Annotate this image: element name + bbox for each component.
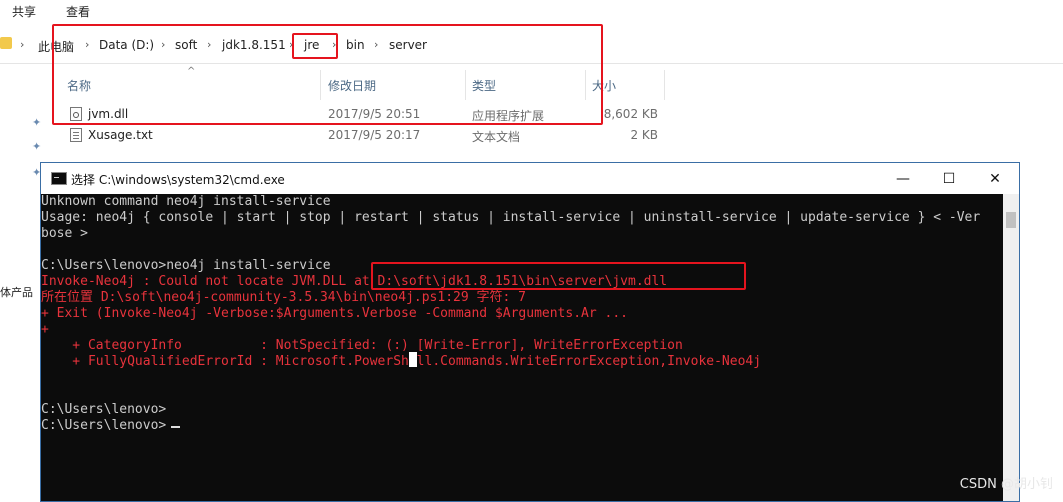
file-row[interactable]: Xusage.txt 2017/9/5 20:17 文本文档 2 KB (0, 125, 1063, 145)
file-size: 2 KB (630, 128, 658, 142)
chevron-right-icon: › (20, 38, 25, 51)
highlight-box-jvm-path (371, 262, 746, 290)
console-error-line: + (41, 322, 49, 337)
minimize-button[interactable]: — (893, 169, 913, 189)
tab-share[interactable]: 共享 (12, 3, 36, 20)
console-line: C:\Users\lenovo>neo4j install-service (41, 258, 331, 273)
column-divider[interactable] (664, 70, 665, 100)
pin-icon[interactable]: ✦ (32, 116, 41, 129)
console-error-line: + FullyQualifiedErrorId : Microsoft.Powe… (41, 354, 762, 369)
text-file-icon (70, 128, 82, 142)
close-button[interactable]: ✕ (985, 169, 1005, 189)
text-cursor (171, 426, 180, 428)
file-type: 文本文档 (472, 130, 521, 144)
console-line: bose > (41, 226, 88, 241)
file-name: Xusage.txt (88, 128, 153, 142)
file-size: 8,602 KB (603, 107, 658, 121)
folder-icon (0, 37, 12, 49)
console-error-line: + CategoryInfo : NotSpecified: (:) [Writ… (41, 338, 683, 353)
file-modified: 2017/9/5 20:17 (328, 128, 421, 142)
console-prompt: C:\Users\lenovo> (41, 402, 167, 417)
vertical-scrollbar[interactable] (1003, 194, 1019, 501)
cmd-titlebar[interactable]: 选择 C:\windows\system32\cmd.exe — ☐ ✕ (41, 163, 1019, 194)
nav-pane-item[interactable]: 体产品 (0, 284, 33, 300)
mouse-ibeam-icon (409, 352, 417, 367)
console-line: Usage: neo4j { console | start | stop | … (41, 210, 981, 225)
ribbon-tabs: 共享 查看 (0, 0, 1063, 22)
console-icon (51, 172, 67, 185)
console-line: Unknown command neo4j install-service (41, 194, 331, 209)
watermark: CSDN @胡小钊 (959, 477, 1053, 492)
console-error-line: 所在位置 D:\soft\neo4j-community-3.5.34\bin\… (41, 290, 526, 305)
tab-view[interactable]: 查看 (66, 3, 90, 20)
cmd-window[interactable]: 选择 C:\windows\system32\cmd.exe — ☐ ✕ Unk… (40, 162, 1020, 502)
highlight-box-jre (292, 33, 338, 59)
scrollbar-thumb[interactable] (1006, 212, 1016, 228)
console-error-line: + Exit (Invoke-Neo4j -Verbose:$Arguments… (41, 306, 628, 321)
console-output[interactable]: Unknown command neo4j install-service Us… (41, 194, 1003, 501)
window-title: 选择 C:\windows\system32\cmd.exe (71, 173, 285, 187)
maximize-button[interactable]: ☐ (939, 169, 959, 189)
pin-icon[interactable]: ✦ (32, 140, 41, 153)
console-prompt[interactable]: C:\Users\lenovo> (41, 418, 166, 434)
